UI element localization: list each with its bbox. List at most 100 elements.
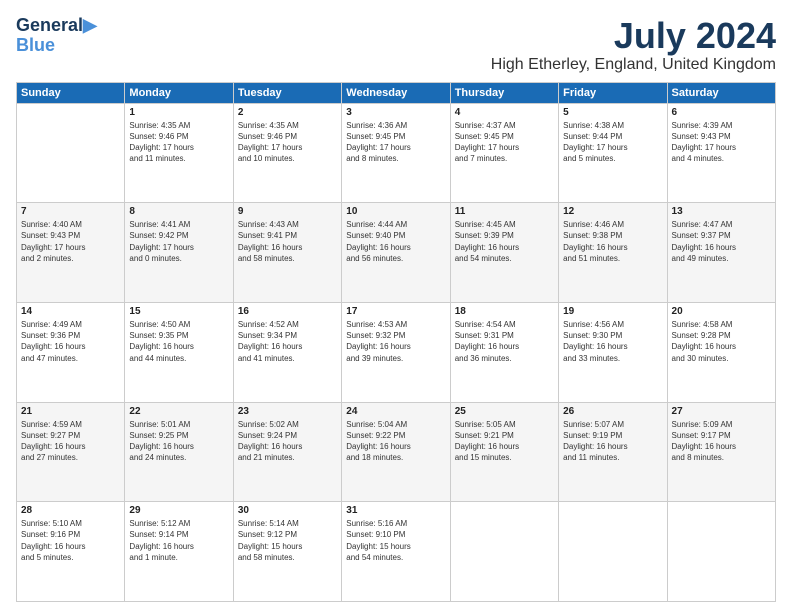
cell-content: Sunrise: 4:47 AM Sunset: 9:37 PM Dayligh… bbox=[672, 219, 771, 264]
logo-text: General▶ bbox=[16, 16, 97, 36]
day-header-tuesday: Tuesday bbox=[233, 82, 341, 103]
calendar-cell bbox=[667, 502, 775, 602]
calendar-cell: 1 Sunrise: 4:35 AM Sunset: 9:46 PM Daylig… bbox=[125, 103, 233, 203]
day-number: 14 bbox=[21, 306, 120, 317]
month-title: July 2024 bbox=[491, 16, 776, 56]
cell-content: Sunrise: 4:35 AM Sunset: 9:46 PM Dayligh… bbox=[238, 120, 337, 165]
cell-content: Sunrise: 5:09 AM Sunset: 9:17 PM Dayligh… bbox=[672, 419, 771, 464]
calendar-cell: 14 Sunrise: 4:49 AM Sunset: 9:36 PM Dayli… bbox=[17, 302, 125, 402]
day-number: 10 bbox=[346, 206, 445, 217]
day-number: 15 bbox=[129, 306, 228, 317]
day-number: 31 bbox=[346, 505, 445, 516]
calendar-cell: 22 Sunrise: 5:01 AM Sunset: 9:25 PM Dayli… bbox=[125, 402, 233, 502]
day-number: 1 bbox=[129, 107, 228, 118]
day-number: 16 bbox=[238, 306, 337, 317]
day-number: 8 bbox=[129, 206, 228, 217]
calendar-cell: 19 Sunrise: 4:56 AM Sunset: 9:30 PM Dayli… bbox=[559, 302, 667, 402]
day-number: 4 bbox=[455, 107, 554, 118]
title-block: July 2024 High Etherley, England, United… bbox=[491, 16, 776, 74]
cell-content: Sunrise: 4:53 AM Sunset: 9:32 PM Dayligh… bbox=[346, 319, 445, 364]
day-number: 24 bbox=[346, 406, 445, 417]
cell-content: Sunrise: 4:50 AM Sunset: 9:35 PM Dayligh… bbox=[129, 319, 228, 364]
calendar-cell: 26Sunrise: 5:07 AM Sunset: 9:19 PM Dayli… bbox=[559, 402, 667, 502]
calendar-cell: 20Sunrise: 4:58 AM Sunset: 9:28 PM Dayli… bbox=[667, 302, 775, 402]
day-number: 11 bbox=[455, 206, 554, 217]
calendar-cell: 4Sunrise: 4:37 AM Sunset: 9:45 PM Daylig… bbox=[450, 103, 558, 203]
cell-content: Sunrise: 4:56 AM Sunset: 9:30 PM Dayligh… bbox=[563, 319, 662, 364]
cell-content: Sunrise: 4:54 AM Sunset: 9:31 PM Dayligh… bbox=[455, 319, 554, 364]
day-number: 7 bbox=[21, 206, 120, 217]
cell-content: Sunrise: 4:52 AM Sunset: 9:34 PM Dayligh… bbox=[238, 319, 337, 364]
calendar-cell: 24 Sunrise: 5:04 AM Sunset: 9:22 PM Dayli… bbox=[342, 402, 450, 502]
day-number: 13 bbox=[672, 206, 771, 217]
cell-content: Sunrise: 4:40 AM Sunset: 9:43 PM Dayligh… bbox=[21, 219, 120, 264]
cell-content: Sunrise: 4:39 AM Sunset: 9:43 PM Dayligh… bbox=[672, 120, 771, 165]
calendar-cell: 6Sunrise: 4:39 AM Sunset: 9:43 PM Daylig… bbox=[667, 103, 775, 203]
day-number: 27 bbox=[672, 406, 771, 417]
header: General▶ Blue July 2024 High Etherley, E… bbox=[16, 16, 776, 74]
day-number: 19 bbox=[563, 306, 662, 317]
calendar-cell: 28 Sunrise: 5:10 AM Sunset: 9:16 PM Dayli… bbox=[17, 502, 125, 602]
calendar-cell bbox=[17, 103, 125, 203]
calendar-cell: 2Sunrise: 4:35 AM Sunset: 9:46 PM Daylig… bbox=[233, 103, 341, 203]
week-row-2: 7 Sunrise: 4:40 AM Sunset: 9:43 PM Daylig… bbox=[17, 203, 776, 303]
cell-content: Sunrise: 5:05 AM Sunset: 9:21 PM Dayligh… bbox=[455, 419, 554, 464]
calendar-cell: 8 Sunrise: 4:41 AM Sunset: 9:42 PM Daylig… bbox=[125, 203, 233, 303]
cell-content: Sunrise: 4:45 AM Sunset: 9:39 PM Dayligh… bbox=[455, 219, 554, 264]
week-row-1: 1 Sunrise: 4:35 AM Sunset: 9:46 PM Daylig… bbox=[17, 103, 776, 203]
day-number: 9 bbox=[238, 206, 337, 217]
day-number: 22 bbox=[129, 406, 228, 417]
calendar-cell: 7 Sunrise: 4:40 AM Sunset: 9:43 PM Daylig… bbox=[17, 203, 125, 303]
cell-content: Sunrise: 5:01 AM Sunset: 9:25 PM Dayligh… bbox=[129, 419, 228, 464]
day-number: 26 bbox=[563, 406, 662, 417]
cell-content: Sunrise: 5:04 AM Sunset: 9:22 PM Dayligh… bbox=[346, 419, 445, 464]
calendar-cell: 25 Sunrise: 5:05 AM Sunset: 9:21 PM Dayli… bbox=[450, 402, 558, 502]
calendar-cell: 12Sunrise: 4:46 AM Sunset: 9:38 PM Dayli… bbox=[559, 203, 667, 303]
page: General▶ Blue July 2024 High Etherley, E… bbox=[0, 0, 792, 612]
cell-content: Sunrise: 4:44 AM Sunset: 9:40 PM Dayligh… bbox=[346, 219, 445, 264]
cell-content: Sunrise: 4:35 AM Sunset: 9:46 PM Dayligh… bbox=[129, 120, 228, 165]
day-header-wednesday: Wednesday bbox=[342, 82, 450, 103]
calendar-cell bbox=[450, 502, 558, 602]
day-number: 18 bbox=[455, 306, 554, 317]
week-row-4: 21Sunrise: 4:59 AM Sunset: 9:27 PM Dayli… bbox=[17, 402, 776, 502]
calendar-cell: 3 Sunrise: 4:36 AM Sunset: 9:45 PM Daylig… bbox=[342, 103, 450, 203]
day-header-saturday: Saturday bbox=[667, 82, 775, 103]
week-row-3: 14 Sunrise: 4:49 AM Sunset: 9:36 PM Dayli… bbox=[17, 302, 776, 402]
day-number: 28 bbox=[21, 505, 120, 516]
day-header-sunday: Sunday bbox=[17, 82, 125, 103]
cell-content: Sunrise: 4:43 AM Sunset: 9:41 PM Dayligh… bbox=[238, 219, 337, 264]
logo: General▶ Blue bbox=[16, 16, 97, 54]
cell-content: Sunrise: 5:14 AM Sunset: 9:12 PM Dayligh… bbox=[238, 518, 337, 563]
day-number: 3 bbox=[346, 107, 445, 118]
calendar-cell: 10 Sunrise: 4:44 AM Sunset: 9:40 PM Dayli… bbox=[342, 203, 450, 303]
calendar-cell: 30 Sunrise: 5:14 AM Sunset: 9:12 PM Dayli… bbox=[233, 502, 341, 602]
calendar-cell: 5Sunrise: 4:38 AM Sunset: 9:44 PM Daylig… bbox=[559, 103, 667, 203]
week-row-5: 28 Sunrise: 5:10 AM Sunset: 9:16 PM Dayli… bbox=[17, 502, 776, 602]
day-number: 30 bbox=[238, 505, 337, 516]
calendar-table: SundayMondayTuesdayWednesdayThursdayFrid… bbox=[16, 82, 776, 602]
cell-content: Sunrise: 4:38 AM Sunset: 9:44 PM Dayligh… bbox=[563, 120, 662, 165]
day-number: 25 bbox=[455, 406, 554, 417]
calendar-header-row: SundayMondayTuesdayWednesdayThursdayFrid… bbox=[17, 82, 776, 103]
calendar-cell: 29Sunrise: 5:12 AM Sunset: 9:14 PM Dayli… bbox=[125, 502, 233, 602]
cell-content: Sunrise: 4:36 AM Sunset: 9:45 PM Dayligh… bbox=[346, 120, 445, 165]
calendar-cell: 17Sunrise: 4:53 AM Sunset: 9:32 PM Dayli… bbox=[342, 302, 450, 402]
cell-content: Sunrise: 5:12 AM Sunset: 9:14 PM Dayligh… bbox=[129, 518, 228, 563]
cell-content: Sunrise: 4:49 AM Sunset: 9:36 PM Dayligh… bbox=[21, 319, 120, 364]
calendar-cell: 9 Sunrise: 4:43 AM Sunset: 9:41 PM Daylig… bbox=[233, 203, 341, 303]
cell-content: Sunrise: 5:10 AM Sunset: 9:16 PM Dayligh… bbox=[21, 518, 120, 563]
location-title: High Etherley, England, United Kingdom bbox=[491, 56, 776, 74]
calendar-cell: 15 Sunrise: 4:50 AM Sunset: 9:35 PM Dayli… bbox=[125, 302, 233, 402]
cell-content: Sunrise: 5:16 AM Sunset: 9:10 PM Dayligh… bbox=[346, 518, 445, 563]
calendar-cell: 23Sunrise: 5:02 AM Sunset: 9:24 PM Dayli… bbox=[233, 402, 341, 502]
cell-content: Sunrise: 4:59 AM Sunset: 9:27 PM Dayligh… bbox=[21, 419, 120, 464]
calendar-cell: 18 Sunrise: 4:54 AM Sunset: 9:31 PM Dayli… bbox=[450, 302, 558, 402]
cell-content: Sunrise: 4:41 AM Sunset: 9:42 PM Dayligh… bbox=[129, 219, 228, 264]
day-header-thursday: Thursday bbox=[450, 82, 558, 103]
day-number: 23 bbox=[238, 406, 337, 417]
calendar-cell: 16 Sunrise: 4:52 AM Sunset: 9:34 PM Dayli… bbox=[233, 302, 341, 402]
cell-content: Sunrise: 4:58 AM Sunset: 9:28 PM Dayligh… bbox=[672, 319, 771, 364]
calendar-cell: 21Sunrise: 4:59 AM Sunset: 9:27 PM Dayli… bbox=[17, 402, 125, 502]
calendar-cell: 31 Sunrise: 5:16 AM Sunset: 9:10 PM Dayli… bbox=[342, 502, 450, 602]
